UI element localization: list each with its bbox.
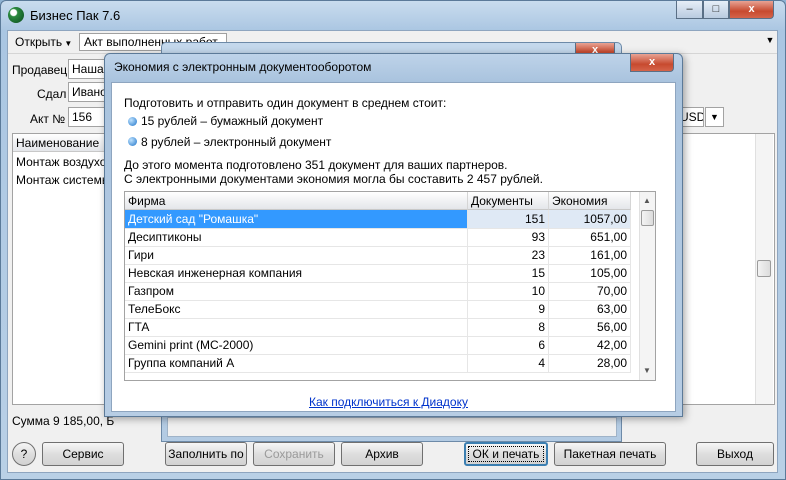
help-button[interactable]: ? bbox=[12, 442, 36, 466]
documents-cell: 15 bbox=[468, 264, 549, 282]
info-bullet-icon bbox=[128, 117, 137, 126]
companies-scrollbar-thumb[interactable] bbox=[641, 210, 654, 226]
savings-cell: 28,00 bbox=[549, 354, 631, 372]
table-row[interactable]: Gemini print (MC-2000) 6 42,00 bbox=[125, 336, 631, 355]
savings-cell: 70,00 bbox=[549, 282, 631, 300]
company-cell: Группа компаний А bbox=[125, 354, 468, 372]
table-row[interactable]: Невская инженерная компания 15 105,00 bbox=[125, 264, 631, 283]
app-logo-icon bbox=[8, 7, 24, 23]
documents-cell: 8 bbox=[468, 318, 549, 336]
window-title: Бизнес Пак 7.6 bbox=[30, 8, 121, 23]
table-row[interactable]: Гири 23 161,00 bbox=[125, 246, 631, 265]
seller-field[interactable]: Наша bbox=[68, 59, 106, 79]
column-company[interactable]: Фирма bbox=[125, 192, 468, 210]
table-row[interactable]: Монтаж воздухов bbox=[13, 153, 105, 171]
seller-label: Продавец bbox=[12, 63, 68, 77]
documents-cell: 151 bbox=[468, 210, 549, 228]
ok-print-button[interactable]: ОК и печать bbox=[464, 442, 548, 466]
dialog-intro: Подготовить и отправить один документ в … bbox=[124, 96, 447, 110]
maximize-button[interactable]: □ bbox=[703, 1, 729, 19]
diadoc-link[interactable]: Как подключиться к Диадоку bbox=[309, 395, 468, 409]
close-button[interactable]: x bbox=[729, 1, 774, 19]
table-row[interactable]: ГТА 8 56,00 bbox=[125, 318, 631, 337]
column-savings[interactable]: Экономия bbox=[549, 192, 631, 210]
documents-cell: 23 bbox=[468, 246, 549, 264]
summary-line-2: С электронными документами экономия могл… bbox=[124, 172, 543, 186]
background-window-footer bbox=[167, 417, 617, 437]
savings-cell: 161,00 bbox=[549, 246, 631, 264]
batch-print-button[interactable]: Пакетная печать bbox=[554, 442, 666, 466]
items-column-name: Наименование bbox=[13, 134, 105, 152]
sum-status: Сумма 9 185,00, Б bbox=[12, 414, 115, 428]
table-row[interactable]: Газпром 10 70,00 bbox=[125, 282, 631, 301]
company-cell: Gemini print (MC-2000) bbox=[125, 336, 468, 354]
archive-button[interactable]: Архив bbox=[341, 442, 423, 466]
documents-cell: 10 bbox=[468, 282, 549, 300]
scroll-down-icon[interactable]: ▼ bbox=[640, 364, 654, 378]
table-row[interactable]: Группа компаний А 4 28,00 bbox=[125, 354, 631, 373]
open-menu-button[interactable]: Открыть ▼ bbox=[15, 35, 72, 49]
company-cell: Гири bbox=[125, 246, 468, 264]
savings-cell: 42,00 bbox=[549, 336, 631, 354]
savings-cell: 105,00 bbox=[549, 264, 631, 282]
company-cell: Газпром bbox=[125, 282, 468, 300]
open-menu-label: Открыть bbox=[15, 35, 63, 49]
dialog-title: Экономия с электронным документооборотом bbox=[114, 60, 372, 74]
savings-cell: 1057,00 bbox=[549, 210, 631, 228]
minimize-button[interactable]: – bbox=[676, 1, 703, 19]
act-number-label: Акт № bbox=[30, 112, 66, 126]
summary-line-1: До этого момента подготовлено 351 докуме… bbox=[124, 158, 508, 172]
ok-print-label: ОК и печать bbox=[467, 446, 545, 462]
exit-button[interactable]: Выход bbox=[696, 442, 774, 466]
savings-cell: 56,00 bbox=[549, 318, 631, 336]
documents-cell: 4 bbox=[468, 354, 549, 372]
act-number-field[interactable]: 156 bbox=[68, 107, 106, 127]
company-cell: Детский сад "Ромашка" bbox=[125, 210, 468, 228]
documents-cell: 6 bbox=[468, 336, 549, 354]
handed-field[interactable]: Ивано bbox=[68, 82, 106, 102]
company-cell: Невская инженерная компания bbox=[125, 264, 468, 282]
toolbar-chevron-down-icon[interactable]: ▼ bbox=[763, 35, 777, 51]
scroll-up-icon[interactable]: ▲ bbox=[640, 194, 654, 208]
table-row[interactable]: Монтаж системы bbox=[13, 171, 105, 189]
companies-scrollbar[interactable]: ▲ ▼ bbox=[639, 192, 655, 380]
items-scrollbar-thumb[interactable] bbox=[757, 260, 771, 277]
savings-cell: 63,00 bbox=[549, 300, 631, 318]
column-documents[interactable]: Документы bbox=[468, 192, 549, 210]
save-button[interactable]: Сохранить bbox=[253, 442, 335, 466]
dialog-close-button[interactable]: x bbox=[630, 54, 674, 72]
table-row[interactable]: Детский сад "Ромашка" 151 1057,00 bbox=[125, 210, 631, 229]
diadoc-link-wrap: Как подключиться к Диадоку bbox=[309, 395, 468, 409]
fill-button[interactable]: Заполнить по bbox=[165, 442, 247, 466]
handed-label: Сдал bbox=[37, 87, 67, 101]
company-cell: Десиптиконы bbox=[125, 228, 468, 246]
savings-cell: 651,00 bbox=[549, 228, 631, 246]
companies-grid: Фирма Документы Экономия Детский сад "Ро… bbox=[124, 191, 656, 381]
currency-chevron-down-icon[interactable]: ▼ bbox=[705, 107, 724, 127]
info-bullet-icon bbox=[128, 137, 137, 146]
company-cell: ТелеБокс bbox=[125, 300, 468, 318]
documents-cell: 93 bbox=[468, 228, 549, 246]
documents-cell: 9 bbox=[468, 300, 549, 318]
company-cell: ГТА bbox=[125, 318, 468, 336]
table-row[interactable]: Десиптиконы 93 651,00 bbox=[125, 228, 631, 247]
electronic-cost-text: 8 рублей – электронный документ bbox=[141, 135, 332, 149]
service-button[interactable]: Сервис bbox=[42, 442, 124, 466]
chevron-down-icon: ▼ bbox=[62, 39, 73, 48]
paper-cost-text: 15 рублей – бумажный документ bbox=[141, 114, 324, 128]
table-row[interactable]: ТелеБокс 9 63,00 bbox=[125, 300, 631, 319]
